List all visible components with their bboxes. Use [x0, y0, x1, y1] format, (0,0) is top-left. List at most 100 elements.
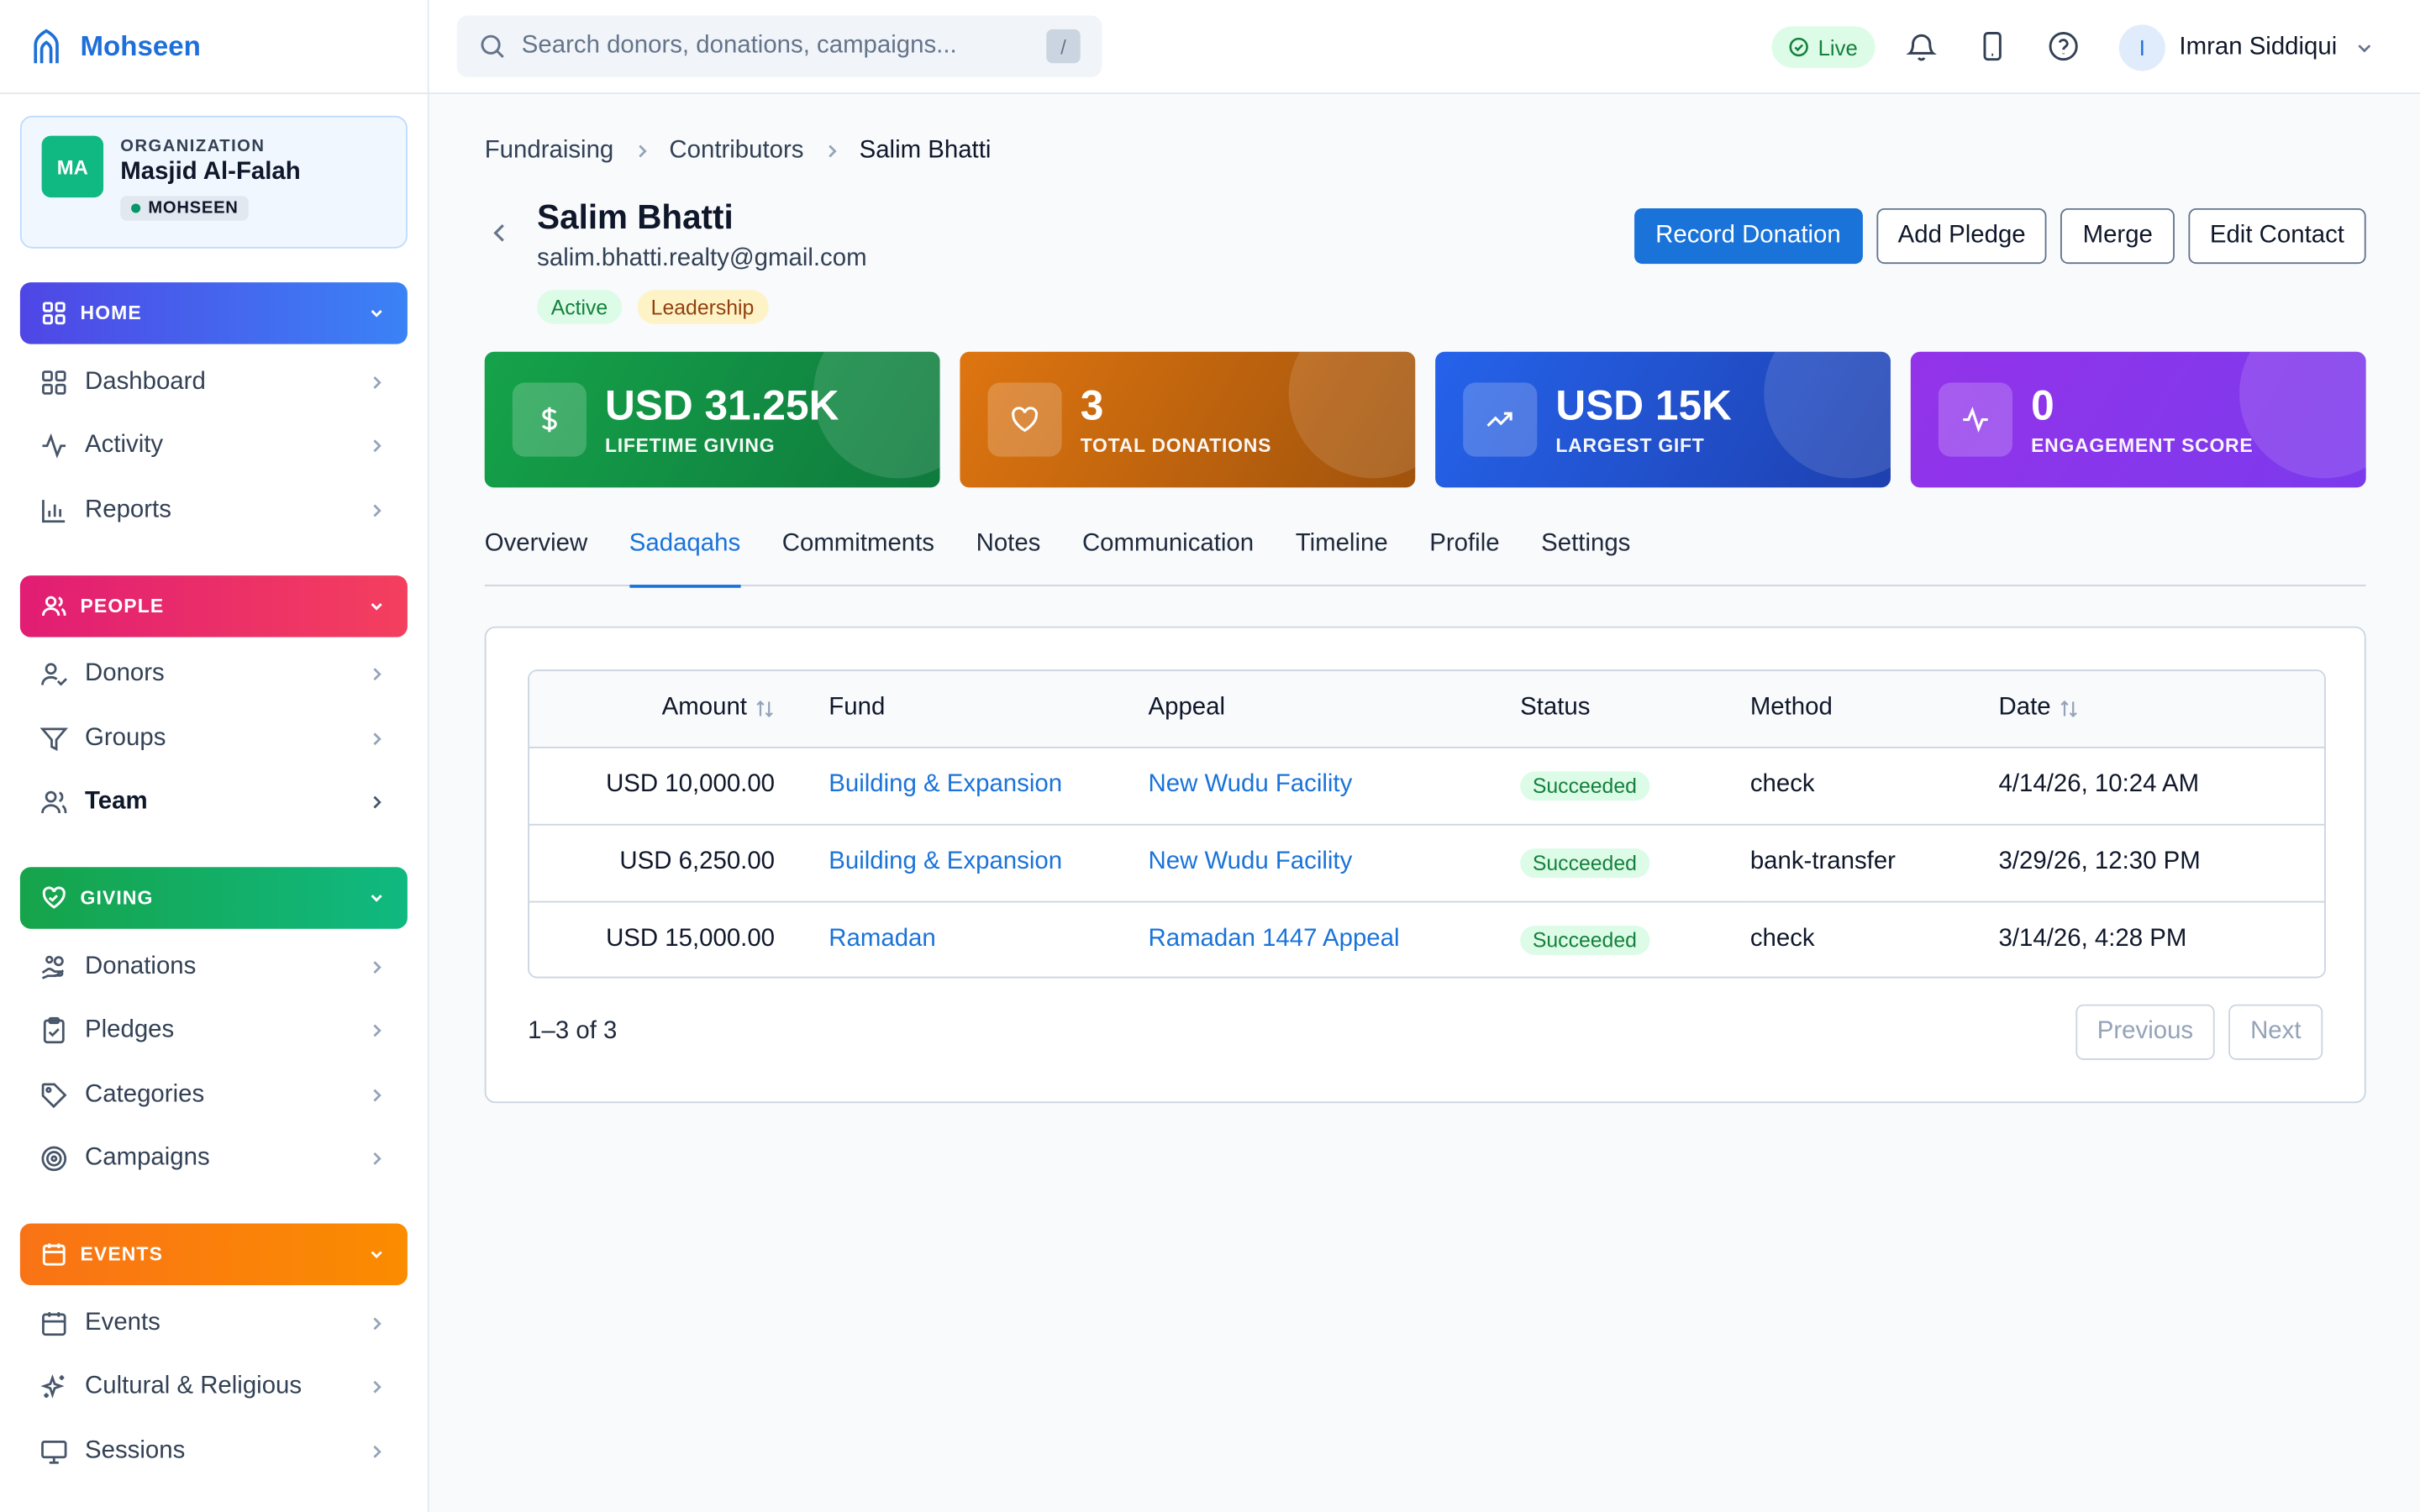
breadcrumb-link-fundraising[interactable]: Fundraising [485, 137, 614, 165]
table-row[interactable]: USD 6,250.00 Building & Expansion New Wu… [529, 823, 2325, 901]
stat-cards: USD 31.25K LIFETIME GIVING 3 TOTAL DONAT… [484, 351, 2366, 488]
chevron-right-icon [373, 668, 381, 681]
fund-link[interactable]: Building & Expansion [829, 848, 1062, 874]
help-icon[interactable] [2046, 29, 2080, 63]
org-tag: MOHSEEN [120, 196, 250, 221]
appeal-link[interactable]: New Wudu Facility [1149, 848, 1353, 874]
grid-icon [42, 302, 66, 325]
record-donation-button[interactable]: Record Donation [1634, 207, 1863, 265]
sidebar-item-groups[interactable]: Groups [0, 706, 428, 770]
pagination: Previous Next [2062, 1004, 2323, 1060]
appeal-link[interactable]: New Wudu Facility [1149, 771, 1353, 797]
contact-email: salim.bhatti.realty@gmail.com [537, 245, 867, 272]
search-box[interactable]: / [456, 15, 1102, 77]
sidebar-item-cultural-religious[interactable]: Cultural & Religious [0, 1356, 428, 1420]
edit-contact-button[interactable]: Edit Contact [2188, 207, 2366, 265]
section-home[interactable]: HOME [19, 282, 408, 344]
search-input[interactable] [521, 32, 1047, 60]
column-header-date[interactable]: Date [1999, 671, 2325, 747]
sidebar-item-campaigns[interactable]: Campaigns [0, 1127, 428, 1191]
tab-settings[interactable]: Settings [1541, 514, 1630, 586]
sidebar-item-reports[interactable]: Reports [0, 478, 428, 542]
section-people[interactable]: PEOPLE [19, 575, 408, 637]
user-name: Imran Siddiqui [2179, 33, 2338, 60]
fund-link[interactable]: Ramadan [829, 926, 935, 952]
next-page-button[interactable]: Next [2228, 1004, 2323, 1060]
tab-notes[interactable]: Notes [976, 514, 1041, 586]
sidebar: Mohseen MA ORGANIZATION Masjid Al-Falah … [0, 0, 429, 1512]
user-menu[interactable]: I Imran Siddiqui [2118, 22, 2375, 73]
user-check-icon [41, 663, 67, 686]
bell-icon[interactable] [1904, 29, 1938, 63]
sort-icon [2060, 699, 2077, 717]
cell-date: 3/29/26, 12:30 PM [1998, 848, 2201, 875]
table-row[interactable]: USD 10,000.00 Building & Expansion New W… [529, 746, 2325, 824]
column-label: Amount [661, 694, 747, 722]
check-circle-icon [1789, 37, 1808, 57]
stat-label: LARGEST GIFT [1555, 434, 1705, 457]
chevron-right-icon [373, 439, 381, 453]
users-icon [41, 791, 67, 814]
calendar-icon [42, 1243, 66, 1266]
donations-table: Amount Fund Appeal Status Method Date US… [529, 670, 2325, 977]
stat-icon-box [1938, 382, 2013, 457]
decorative-circle [1288, 351, 1416, 479]
search-icon [481, 34, 504, 58]
sidebar-item-dashboard[interactable]: Dashboard [0, 350, 428, 414]
merge-button[interactable]: Merge [2060, 207, 2175, 265]
sidebar-item-pledges[interactable]: Pledges [0, 999, 428, 1063]
stat-icon-box [1463, 382, 1538, 457]
status-badge: Active [537, 290, 622, 324]
tab-sadaqahs[interactable]: Sadaqahs [629, 514, 741, 588]
add-pledge-button[interactable]: Add Pledge [1876, 207, 2048, 265]
stat-card-total-donations: 3 TOTAL DONATIONS [960, 351, 1416, 488]
stat-value: USD 31.25K [604, 382, 839, 429]
tab-commitments[interactable]: Commitments [782, 514, 934, 586]
donations-table-wrapper: Amount Fund Appeal Status Method Date US… [528, 669, 2326, 979]
sidebar-item-label: Campaigns [85, 1145, 210, 1172]
sidebar-item-events[interactable]: Events [0, 1291, 428, 1355]
sidebar-item-sessions[interactable]: Sessions [0, 1420, 428, 1483]
decorative-circle [1764, 351, 1891, 479]
breadcrumb-link-contributors[interactable]: Contributors [669, 137, 803, 165]
chevron-down-icon [371, 895, 382, 902]
sidebar-item-label: Donors [85, 660, 165, 687]
brand-name: Mohseen [80, 29, 201, 61]
organization-card[interactable]: MA ORGANIZATION Masjid Al-Falah MOHSEEN [19, 115, 408, 249]
mobile-icon[interactable] [1975, 29, 2009, 63]
tab-profile[interactable]: Profile [1429, 514, 1499, 586]
sidebar-item-team[interactable]: Team [0, 770, 428, 834]
section-label: GIVING [80, 887, 154, 909]
hand-coins-icon [41, 955, 65, 979]
sidebar-item-activity[interactable]: Activity [0, 414, 428, 478]
sidebar-item-label: Sessions [85, 1437, 186, 1464]
sidebar-item-donors[interactable]: Donors [0, 643, 428, 706]
sort-icon [756, 699, 773, 717]
table-row[interactable]: USD 15,000.00 Ramadan Ramadan 1447 Appea… [529, 900, 2325, 977]
chevron-down-icon [371, 1251, 382, 1259]
users-icon [41, 595, 66, 616]
column-header-amount[interactable]: Amount [529, 671, 802, 747]
heart-handshake-icon [42, 886, 66, 909]
appeal-link[interactable]: Ramadan 1447 Appeal [1149, 926, 1400, 952]
section-giving[interactable]: GIVING [19, 867, 408, 929]
tab-timeline[interactable]: Timeline [1296, 514, 1388, 586]
stat-value: 0 [2031, 382, 2054, 429]
brand[interactable]: Mohseen [0, 0, 428, 95]
sidebar-item-label: Team [85, 789, 148, 816]
back-arrow-icon[interactable] [487, 221, 512, 245]
chevron-right-icon [373, 960, 381, 974]
sidebar-item-categories[interactable]: Categories [0, 1063, 428, 1126]
tab-communication[interactable]: Communication [1082, 514, 1254, 586]
previous-page-button[interactable]: Previous [2075, 1004, 2215, 1060]
stat-icon-box [987, 382, 1062, 457]
sidebar-item-label: Activity [85, 432, 164, 459]
chevron-right-icon [373, 375, 381, 389]
tab-overview[interactable]: Overview [485, 514, 587, 586]
fund-link[interactable]: Building & Expansion [829, 771, 1062, 797]
stat-label: ENGAGEMENT SCORE [2031, 434, 2254, 457]
sparkles-icon [40, 1374, 65, 1399]
section-events[interactable]: EVENTS [19, 1223, 408, 1285]
cell-date: 4/14/26, 10:24 AM [1998, 771, 2200, 798]
sidebar-item-donations[interactable]: Donations [0, 935, 428, 999]
